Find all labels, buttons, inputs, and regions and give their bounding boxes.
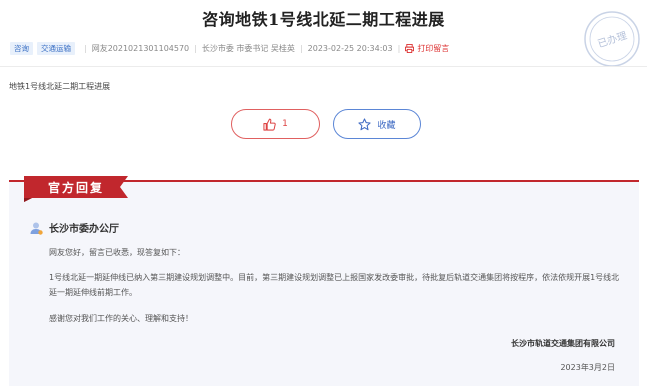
timestamp: 2023-02-25 20:34:03: [307, 43, 393, 53]
reply-greeting: 网友您好，留言已收悉，现答复如下：: [49, 248, 185, 257]
divider: [0, 66, 647, 67]
like-count: 1: [282, 119, 288, 129]
meta-bar: 咨询 交通运输 | 网友2021021301104570 | 长沙市委 市委书记…: [10, 41, 449, 55]
favorite-label: 收藏: [377, 120, 396, 131]
tag-domain[interactable]: 交通运输: [37, 41, 75, 55]
meta-separator: |: [84, 43, 87, 53]
recipient: 长沙市委 市委书记 吴桂英: [201, 43, 295, 53]
reply-closing: 感谢您对我们工作的关心、理解和支持！: [49, 314, 193, 323]
stamp-text: 已办理: [596, 29, 629, 51]
netizen-id: 网友2021021301104570: [91, 43, 190, 53]
meta-separator: |: [194, 43, 197, 53]
ribbon-label: 官方回复: [47, 181, 104, 195]
like-button[interactable]: 1: [231, 109, 320, 139]
reply-organization: 长沙市轨道交通集团有限公司: [511, 339, 615, 348]
reply-department: 长沙市委办公厅: [29, 220, 119, 235]
page-title: 咨询地铁1号线北延二期工程进展: [202, 10, 445, 29]
department-name: 长沙市委办公厅: [49, 224, 119, 235]
tag-category[interactable]: 咨询: [10, 41, 33, 55]
thumbs-up-icon: [263, 118, 276, 131]
favorite-button[interactable]: 收藏: [333, 109, 421, 139]
print-label: 打印留言: [417, 43, 450, 53]
printer-icon: [405, 43, 415, 53]
reply-body: 1号线北延一期延伸线已纳入第三期建设规划调整中。目前，第三期建设规划调整已上报国…: [49, 273, 620, 297]
print-button[interactable]: 打印留言: [405, 43, 449, 54]
processed-stamp: 已办理: [584, 11, 640, 67]
message-content: 地铁1号线北延二期工程进展: [9, 82, 111, 91]
meta-separator: |: [299, 43, 303, 53]
meta-separator: |: [397, 43, 401, 53]
reply-date: 2023年3月2日: [560, 363, 615, 372]
user-icon: [30, 222, 43, 235]
star-icon: [358, 117, 372, 130]
page: 咨询地铁1号线北延二期工程进展 咨询 交通运输 | 网友202102130110…: [0, 0, 647, 388]
